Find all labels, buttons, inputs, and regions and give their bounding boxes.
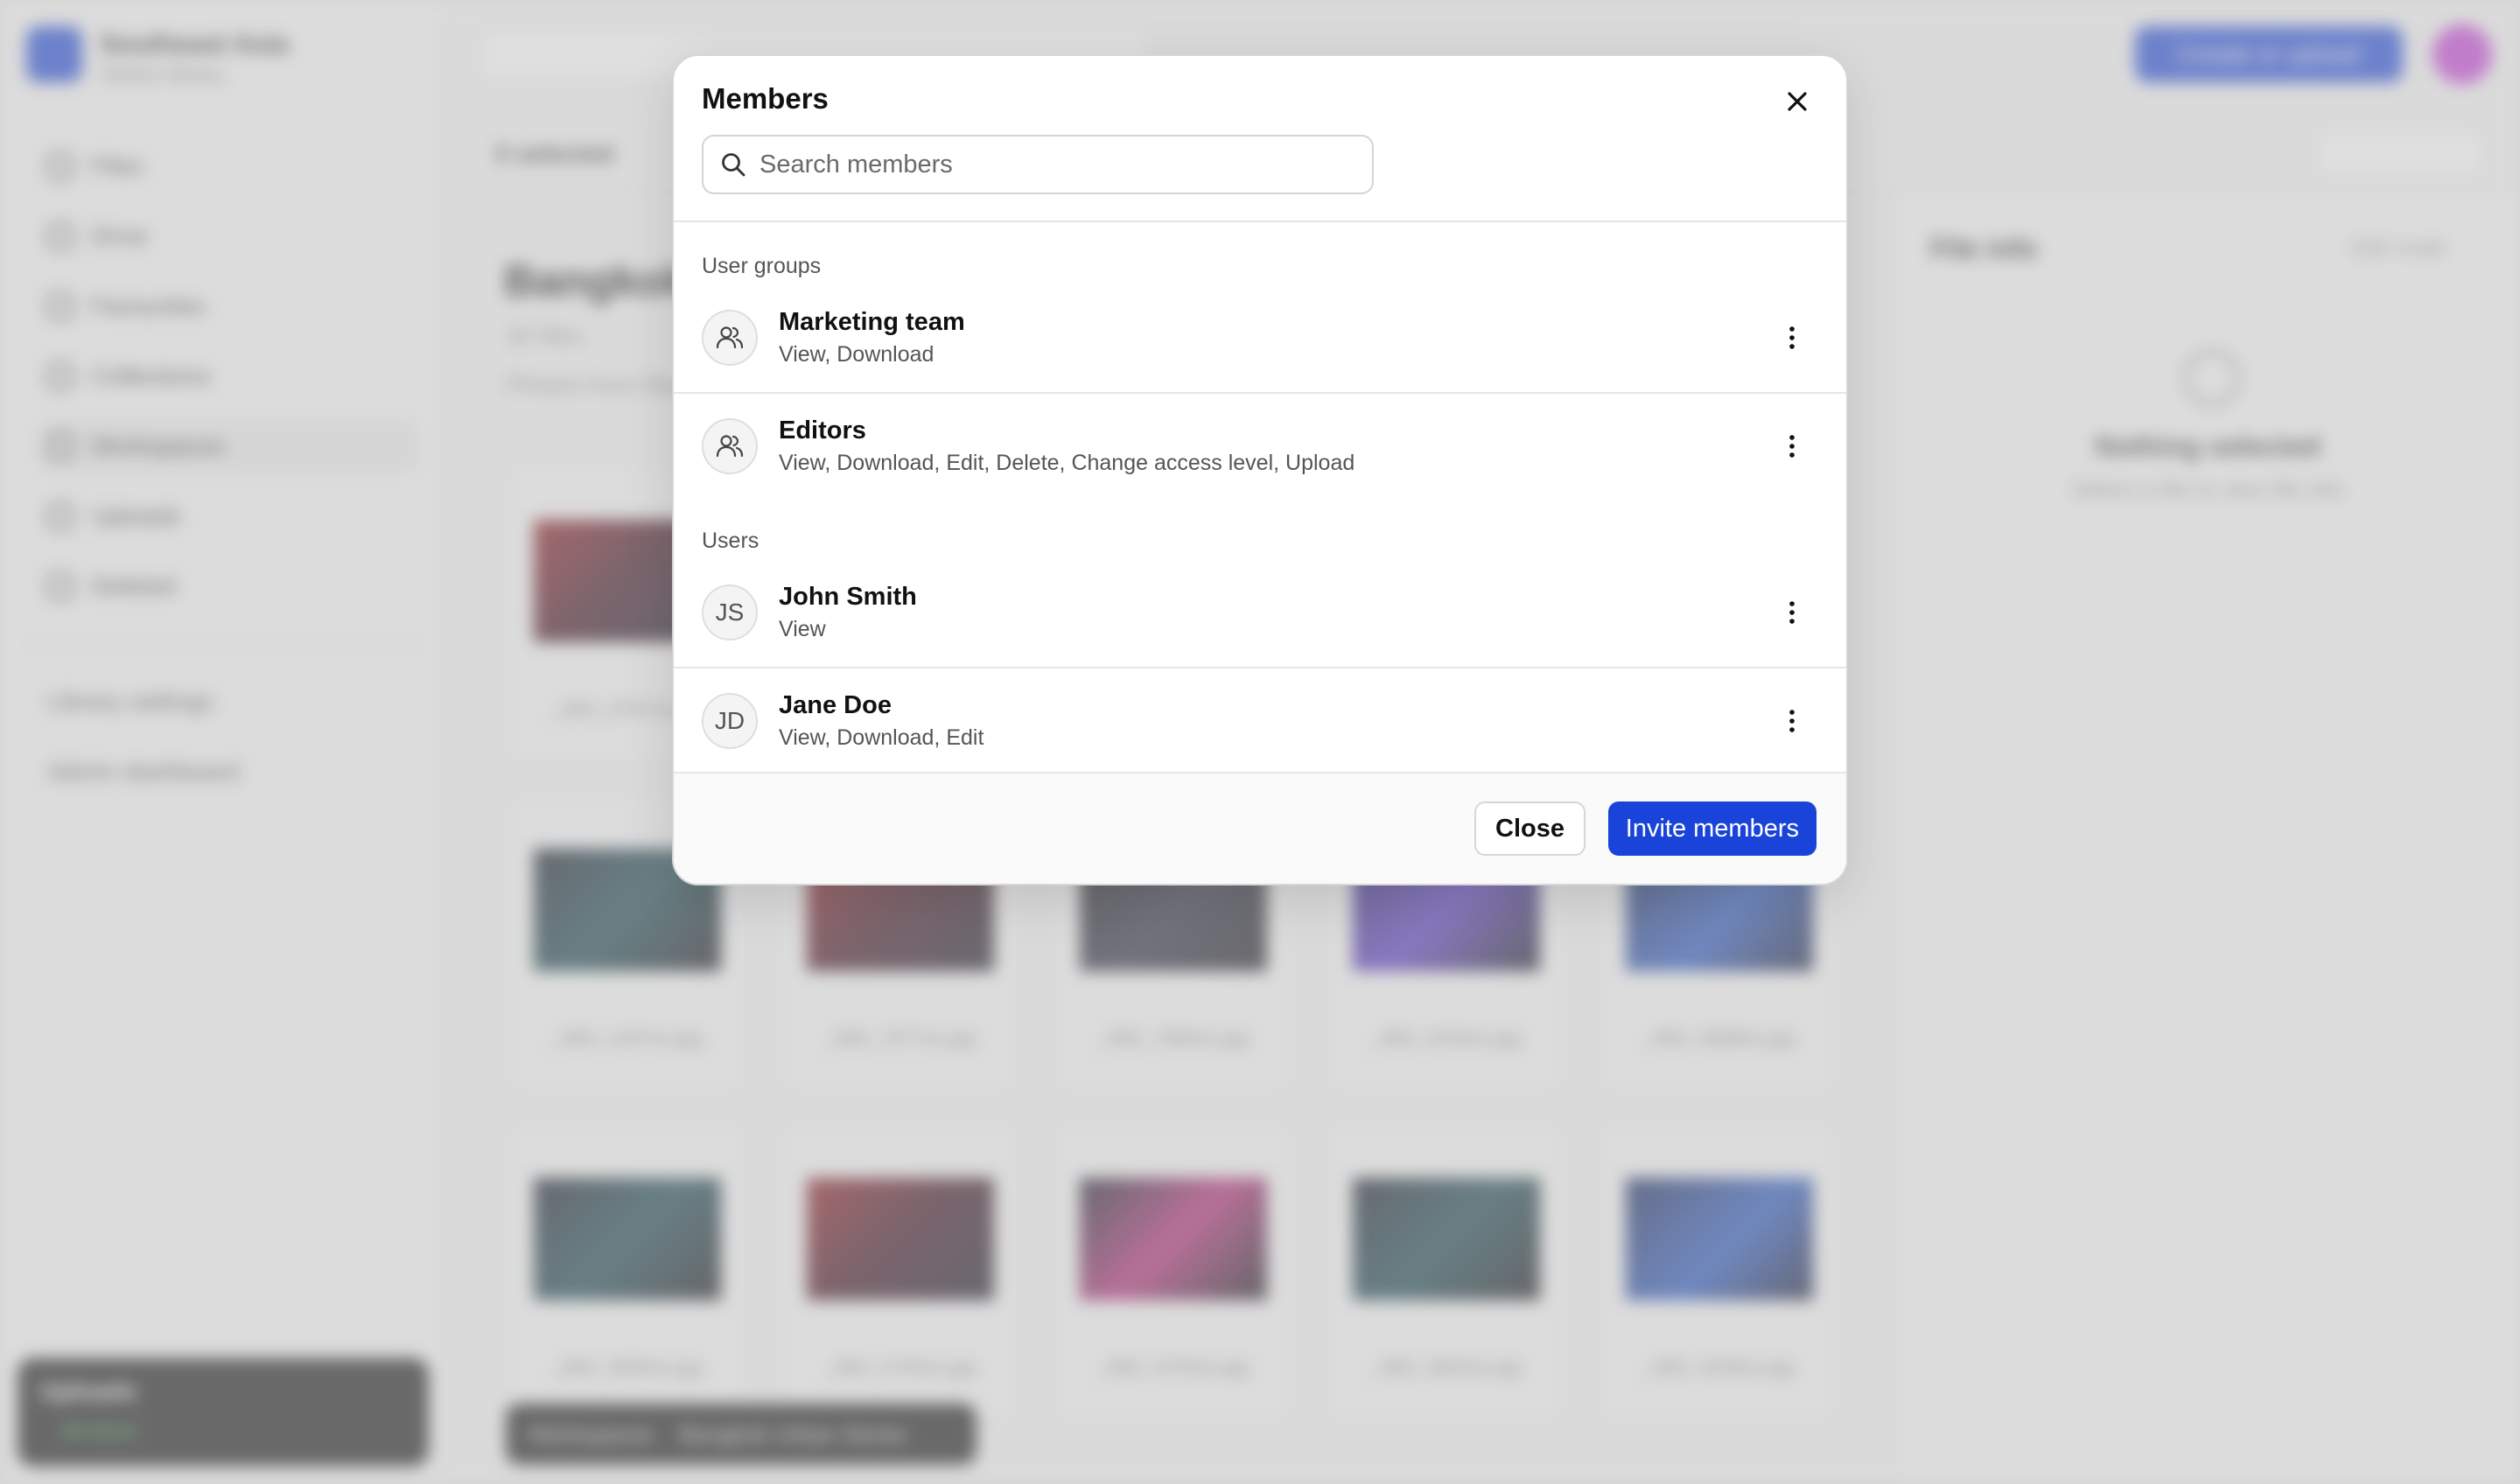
group-name: Marketing team [779,308,965,336]
users-icon [702,310,758,366]
user-row-jane-doe[interactable]: JD Jane Doe View, Download, Edit [674,668,1846,774]
more-options-icon[interactable] [1773,702,1811,740]
user-name: John Smith [779,583,917,611]
user-name: Jane Doe [779,691,892,719]
users-label: Users [702,528,760,553]
invite-members-button[interactable]: Invite members [1607,802,1816,856]
member-search[interactable] [702,135,1374,194]
avatar: JS [702,584,758,640]
user-permissions: View [779,617,826,641]
user-row-john-smith[interactable]: JS John Smith View [674,560,1846,665]
group-permissions: View, Download, Edit, Delete, Change acc… [779,451,1355,475]
search-members-input[interactable] [760,150,1354,179]
close-icon[interactable] [1778,82,1816,121]
app-screen: Southeast Asia Switch library Files Driv… [0,0,2520,1484]
header-divider [674,220,1846,222]
user-permissions: View, Download, Edit [779,725,984,750]
more-options-icon[interactable] [1773,593,1811,632]
dialog-title: Members [702,82,829,115]
avatar: JD [702,693,758,749]
members-dialog: Members User groups [672,54,1848,886]
group-row-editors[interactable]: Editors View, Download, Edit, Delete, Ch… [674,394,1846,499]
group-name: Editors [779,416,866,444]
close-button[interactable]: Close [1474,802,1586,856]
group-row-marketing-team[interactable]: Marketing team View, Download [674,285,1846,390]
more-options-icon[interactable] [1773,318,1811,357]
dialog-footer: Close Invite members [674,772,1846,884]
users-icon [702,418,758,474]
search-icon [719,150,747,178]
more-options-icon[interactable] [1773,427,1811,466]
user-groups-label: User groups [702,254,822,278]
group-permissions: View, Download [779,342,934,367]
